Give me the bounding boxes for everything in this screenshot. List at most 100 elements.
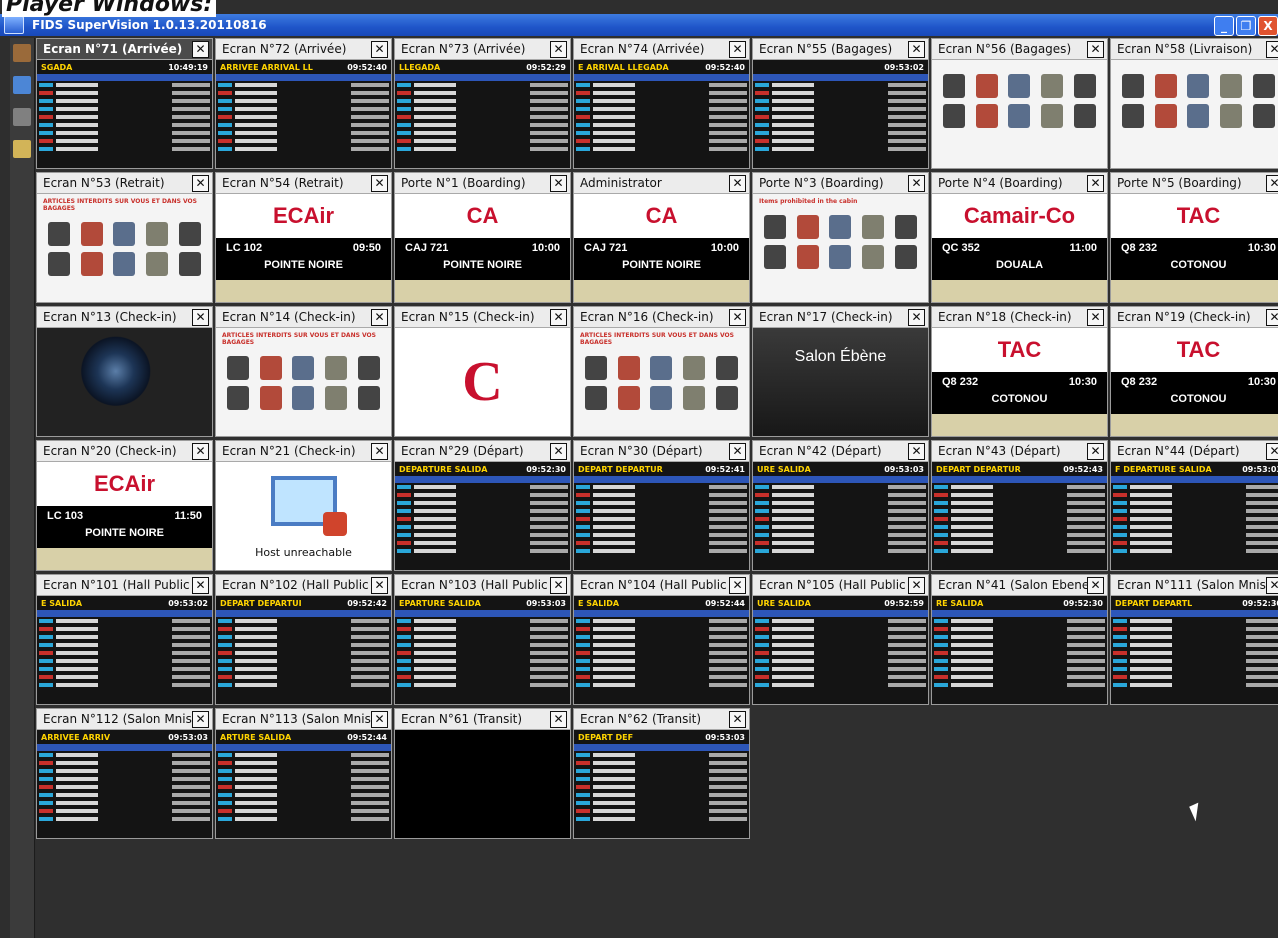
screen-tile[interactable]: Ecran N°112 (Salon Mniste ✕ ARRIVEE ARRIV 0…	[36, 708, 213, 839]
screen-tile[interactable]: Administrator ✕ CA CAJ 721 10:00 POINTE NOIRE	[573, 172, 750, 303]
flight-info	[1130, 509, 1172, 513]
maximize-button[interactable]: ❐	[1236, 16, 1256, 36]
flight-status	[351, 793, 389, 797]
tile-close-icon[interactable]: ✕	[371, 308, 388, 326]
screen-tile[interactable]: Porte N°1 (Boarding) ✕ CA CAJ 721 10:00 POINT…	[394, 172, 571, 303]
toolbar-gear-icon[interactable]	[13, 108, 31, 126]
screen-tile[interactable]: Ecran N°55 (Bagages) ✕ 09:53:02	[752, 38, 929, 169]
tile-close-icon[interactable]: ✕	[1266, 174, 1278, 192]
tile-close-icon[interactable]: ✕	[729, 174, 746, 192]
fids-row	[755, 516, 926, 522]
background-window-text: Player Windows:	[2, 0, 217, 17]
screen-tile[interactable]: Ecran N°104 (Hall Public - ✕ E SALIDA 09:52…	[573, 574, 750, 705]
close-button[interactable]: X	[1258, 16, 1278, 36]
screen-tile[interactable]: Ecran N°18 (Check-in) ✕ TAC Q8 232 10:30 COTO…	[931, 306, 1108, 437]
tile-close-icon[interactable]: ✕	[192, 174, 209, 192]
screen-tile[interactable]: Ecran N°71 (Arrivée) ✕ SGADA 10:49:19	[36, 38, 213, 169]
flight-info	[772, 667, 814, 671]
screen-tile[interactable]: Ecran N°61 (Transit) ✕	[394, 708, 571, 839]
screen-tile[interactable]: Ecran N°54 (Retrait) ✕ ECAir LC 102 09:50 POI…	[215, 172, 392, 303]
tile-close-icon[interactable]: ✕	[1087, 308, 1104, 326]
tile-close-icon[interactable]: ✕	[1266, 576, 1278, 594]
screen-tile[interactable]: Ecran N°15 (Check-in) ✕ C	[394, 306, 571, 437]
fids-row	[397, 492, 568, 498]
tile-close-icon[interactable]: ✕	[192, 442, 209, 460]
tile-close-icon[interactable]: ✕	[192, 710, 209, 728]
tile-close-icon[interactable]: ✕	[908, 576, 925, 594]
screen-tile[interactable]: Ecran N°20 (Check-in) ✕ ECAir LC 103 11:50 PO…	[36, 440, 213, 571]
screen-tile[interactable]: Ecran N°113 (Salon Mniste ✕ ARTURE SALIDA 0…	[215, 708, 392, 839]
tile-close-icon[interactable]: ✕	[192, 308, 209, 326]
flight-info	[1130, 659, 1172, 663]
tile-close-icon[interactable]: ✕	[1266, 40, 1278, 58]
tile-close-icon[interactable]: ✕	[1087, 442, 1104, 460]
screen-tile[interactable]: Ecran N°43 (Départ) ✕ DEPART DEPARTUR 09:52…	[931, 440, 1108, 571]
tile-close-icon[interactable]: ✕	[729, 576, 746, 594]
flight-info	[56, 659, 98, 663]
airline-logo	[1113, 627, 1127, 631]
screen-tile[interactable]: Ecran N°102 (Hall Public - ✕ DEPART DEPART…	[215, 574, 392, 705]
tile-close-icon[interactable]: ✕	[1087, 40, 1104, 58]
screen-tile[interactable]: Ecran N°101 (Hall Public - ✕ E SALIDA 09:53…	[36, 574, 213, 705]
screen-tile[interactable]: Porte N°3 (Boarding) ✕ Items prohibited in…	[752, 172, 929, 303]
flight-status	[172, 777, 210, 781]
airline-logo	[218, 675, 232, 679]
tile-close-icon[interactable]: ✕	[1087, 174, 1104, 192]
tile-title: Ecran N°14 (Check-in)	[222, 310, 356, 324]
tile-close-icon[interactable]: ✕	[371, 576, 388, 594]
tile-close-icon[interactable]: ✕	[908, 40, 925, 58]
screen-tile[interactable]: Ecran N°29 (Départ) ✕ DEPARTURE SALIDA 09:5…	[394, 440, 571, 571]
tile-close-icon[interactable]: ✕	[550, 710, 567, 728]
screen-tile[interactable]: Ecran N°42 (Départ) ✕ URE SALIDA 09:53:03	[752, 440, 929, 571]
screen-tile[interactable]: Ecran N°56 (Bagages) ✕	[931, 38, 1108, 169]
tile-close-icon[interactable]: ✕	[729, 442, 746, 460]
screen-tile[interactable]: Ecran N°14 (Check-in) ✕ ARTICLES INTERDITS…	[215, 306, 392, 437]
toolbar-folder-icon[interactable]	[13, 44, 31, 62]
tile-close-icon[interactable]: ✕	[371, 442, 388, 460]
screen-tile[interactable]: Ecran N°16 (Check-in) ✕ ARTICLES INTERDITS…	[573, 306, 750, 437]
toolbar-document-icon[interactable]	[13, 76, 31, 94]
toolbar-tools-icon[interactable]	[13, 140, 31, 158]
tile-close-icon[interactable]: ✕	[371, 174, 388, 192]
screen-tile[interactable]: Ecran N°30 (Départ) ✕ DEPART DEPARTUR 09:52…	[573, 440, 750, 571]
tile-close-icon[interactable]: ✕	[550, 442, 567, 460]
screen-tile[interactable]: Ecran N°105 (Hall Public - ✕ URE SALIDA 09:…	[752, 574, 929, 705]
screen-tile[interactable]: Ecran N°62 (Transit) ✕ DEPART DEF 09:53:03	[573, 708, 750, 839]
tile-close-icon[interactable]: ✕	[729, 40, 746, 58]
flight-info	[593, 651, 635, 655]
tile-close-icon[interactable]: ✕	[908, 174, 925, 192]
luggage-icon	[1008, 104, 1031, 128]
screen-tile[interactable]: Ecran N°72 (Arrivée) ✕ ARRIVEE ARRIVAL LL 0…	[215, 38, 392, 169]
screen-tile[interactable]: Ecran N°103 (Hall Public - ✕ EPARTURE SALI…	[394, 574, 571, 705]
screen-tile[interactable]: Ecran N°17 (Check-in) ✕ Salon Ébène	[752, 306, 929, 437]
tile-close-icon[interactable]: ✕	[371, 40, 388, 58]
screen-tile[interactable]: Ecran N°21 (Check-in) ✕ Host unreachable	[215, 440, 392, 571]
tile-close-icon[interactable]: ✕	[371, 710, 388, 728]
tile-close-icon[interactable]: ✕	[729, 710, 746, 728]
tile-close-icon[interactable]: ✕	[550, 40, 567, 58]
tile-close-icon[interactable]: ✕	[1266, 308, 1278, 326]
tile-close-icon[interactable]: ✕	[550, 174, 567, 192]
screen-tile[interactable]: Ecran N°13 (Check-in) ✕	[36, 306, 213, 437]
screen-tile[interactable]: Ecran N°44 (Départ) ✕ F DEPARTURE SALIDA 09…	[1110, 440, 1278, 571]
screen-preview	[37, 328, 212, 436]
minimize-button[interactable]: _	[1214, 16, 1234, 36]
screen-tile[interactable]: Ecran N°73 (Arrivée) ✕ LLEGADA 09:52:29	[394, 38, 571, 169]
tile-close-icon[interactable]: ✕	[192, 40, 209, 58]
screen-tile[interactable]: Ecran N°111 (Salon Mniste✕DEPART DEPARTL…	[1110, 574, 1278, 705]
screen-tile[interactable]: Ecran N°74 (Arrivée) ✕ E ARRIVAL LLEGADA 09…	[573, 38, 750, 169]
tile-close-icon[interactable]: ✕	[550, 576, 567, 594]
tile-close-icon[interactable]: ✕	[1087, 576, 1104, 594]
screen-tile[interactable]: Ecran N°53 (Retrait) ✕ ARTICLES INTERDITS …	[36, 172, 213, 303]
tile-close-icon[interactable]: ✕	[729, 308, 746, 326]
screen-tile[interactable]: Porte N°5 (Boarding) ✕ TAC Q8 232 10:30 COTON…	[1110, 172, 1278, 303]
screen-tile[interactable]: Porte N°4 (Boarding) ✕ Camair-Co QC 352 11:0…	[931, 172, 1108, 303]
tile-close-icon[interactable]: ✕	[192, 576, 209, 594]
tile-close-icon[interactable]: ✕	[1266, 442, 1278, 460]
tile-close-icon[interactable]: ✕	[908, 442, 925, 460]
screen-tile[interactable]: Ecran N°41 (Salon Ebene) ✕ RE SALIDA 09:52:…	[931, 574, 1108, 705]
tile-close-icon[interactable]: ✕	[550, 308, 567, 326]
screen-tile[interactable]: Ecran N°58 (Livraison) ✕	[1110, 38, 1278, 169]
tile-close-icon[interactable]: ✕	[908, 308, 925, 326]
screen-tile[interactable]: Ecran N°19 (Check-in) ✕ TAC Q8 232 10:30 COTO…	[1110, 306, 1278, 437]
